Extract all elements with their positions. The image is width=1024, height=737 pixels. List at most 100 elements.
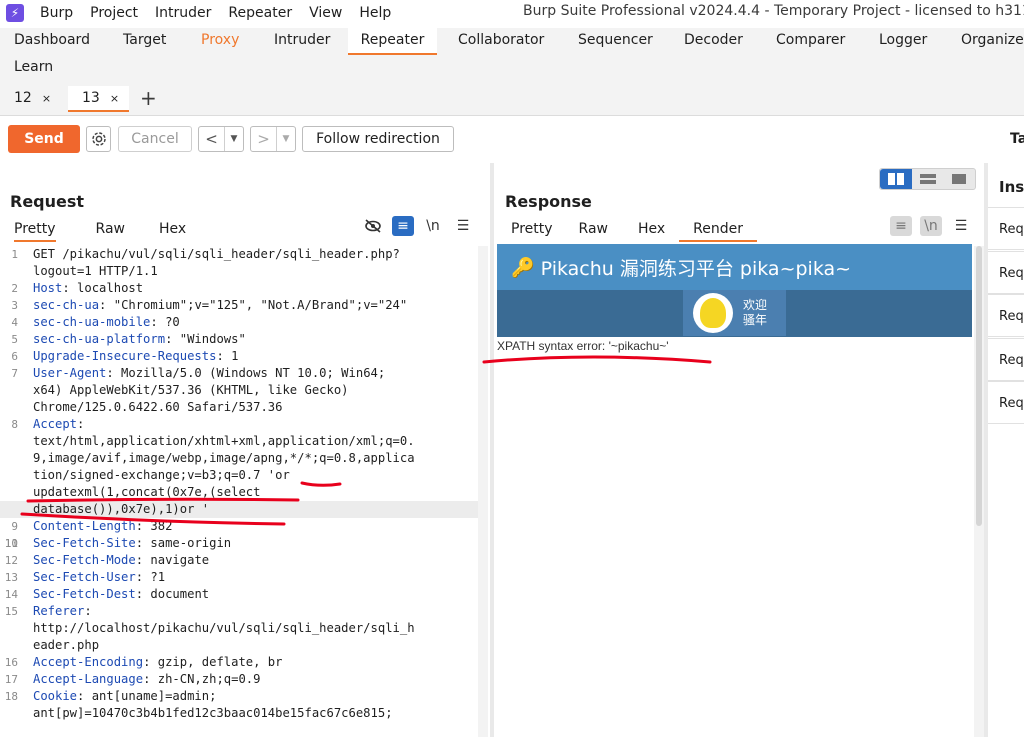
forward-button[interactable]: > ▼ bbox=[250, 126, 296, 152]
settings-button[interactable] bbox=[86, 126, 111, 152]
wrap-lines-icon[interactable]: ≡ bbox=[392, 216, 414, 236]
chevron-down-icon[interactable]: ▼ bbox=[277, 134, 295, 144]
request-line[interactable]: 8 Accept: bbox=[0, 416, 478, 433]
header-name: Sec-Fetch-User bbox=[33, 570, 136, 584]
response-title: Response bbox=[505, 192, 592, 211]
menu-project[interactable]: Project bbox=[90, 5, 138, 21]
tab-proxy[interactable]: Proxy bbox=[201, 32, 239, 48]
inspector-row[interactable]: Req bbox=[988, 207, 1024, 250]
key-icon: 🔑 bbox=[511, 256, 535, 279]
tab-collaborator[interactable]: Collaborator bbox=[458, 32, 544, 48]
back-button[interactable]: < ▼ bbox=[198, 126, 244, 152]
menu-burp[interactable]: Burp bbox=[40, 5, 73, 21]
request-line[interactable]: x64) AppleWebKit/537.36 (KHTML, like Gec… bbox=[0, 382, 478, 399]
menu-intruder[interactable]: Intruder bbox=[155, 5, 211, 21]
request-line[interactable]: 12 Sec-Fetch-Mode: navigate bbox=[0, 552, 478, 569]
tab-intruder[interactable]: Intruder bbox=[274, 32, 330, 48]
add-tab-icon[interactable]: + bbox=[140, 86, 157, 110]
response-scroll-thumb[interactable] bbox=[976, 246, 982, 526]
request-line[interactable]: 14 Sec-Fetch-Dest: document bbox=[0, 586, 478, 603]
request-line[interactable]: 1 GET /pikachu/vul/sqli/sqli_header/sqli_… bbox=[0, 246, 478, 263]
tab-dashboard[interactable]: Dashboard bbox=[14, 32, 90, 48]
request-line[interactable]: 9,image/avif,image/webp,image/apng,*/*;q… bbox=[0, 450, 478, 467]
tab-logger[interactable]: Logger bbox=[879, 32, 927, 48]
newline-toggle[interactable]: \n bbox=[920, 216, 942, 236]
request-line[interactable]: ant[pw]=10470c3b4b1fed12c3baac014be15fac… bbox=[0, 705, 478, 722]
inspector-row[interactable]: Req bbox=[988, 294, 1024, 337]
cancel-button[interactable]: Cancel bbox=[118, 126, 192, 152]
repeater-tab-13[interactable]: 13 × bbox=[68, 86, 130, 112]
close-icon[interactable]: × bbox=[110, 92, 119, 105]
header-name: Sec-Fetch-Site bbox=[33, 536, 136, 550]
tab-repeater[interactable]: Repeater bbox=[348, 28, 437, 55]
repeater-tab-12[interactable]: 12 × bbox=[0, 86, 61, 112]
follow-redirection-button[interactable]: Follow redirection bbox=[302, 126, 454, 152]
tab-decoder[interactable]: Decoder bbox=[684, 32, 743, 48]
request-line[interactable]: logout=1 HTTP/1.1 bbox=[0, 263, 478, 280]
response-tab-pretty[interactable]: Pretty bbox=[511, 216, 553, 242]
line-number: 6 bbox=[11, 350, 18, 363]
wrap-lines-icon[interactable]: ≡ bbox=[890, 216, 912, 236]
request-line[interactable]: 2 Host: localhost bbox=[0, 280, 478, 297]
menu-icon[interactable]: ☰ bbox=[452, 216, 474, 236]
response-tab-hex[interactable]: Hex bbox=[638, 216, 665, 242]
request-line[interactable]: http://localhost/pikachu/vul/sqli/sqli_h… bbox=[0, 620, 478, 637]
response-tab-render[interactable]: Render bbox=[679, 216, 758, 242]
header-value: zh-CN,zh;q=0.9 bbox=[150, 672, 261, 686]
request-editor[interactable]: 1 GET /pikachu/vul/sqli/sqli_header/sqli_… bbox=[0, 246, 478, 737]
render-header: 🔑 Pikachu 漏洞练习平台 pika~pika~ bbox=[497, 244, 972, 290]
panel-divider[interactable] bbox=[490, 163, 494, 737]
request-line[interactable]: 13 Sec-Fetch-User: ?1 bbox=[0, 569, 478, 586]
request-line[interactable]: 11 Sec-Fetch-Site: same-origin bbox=[0, 535, 478, 552]
request-line[interactable]: 15 Referer: bbox=[0, 603, 478, 620]
inspector-title: Ins bbox=[999, 178, 1024, 196]
tab-target[interactable]: Target bbox=[123, 32, 166, 48]
split-vertical-icon[interactable] bbox=[912, 169, 944, 189]
menu-icon[interactable]: ☰ bbox=[950, 216, 972, 236]
request-line[interactable]: 7 User-Agent: Mozilla/5.0 (Windows NT 10.… bbox=[0, 365, 478, 382]
request-line[interactable]: database()),0x7e),1)or ' bbox=[0, 501, 478, 518]
request-line[interactable]: 9 Content-Length: 382 bbox=[0, 518, 478, 535]
inspector-row[interactable]: Req bbox=[988, 381, 1024, 424]
send-button[interactable]: Send bbox=[8, 125, 80, 153]
request-tab-raw[interactable]: Raw bbox=[96, 216, 125, 242]
request-line[interactable]: 5 sec-ch-ua-platform: "Windows" bbox=[0, 331, 478, 348]
close-icon[interactable]: × bbox=[42, 92, 51, 105]
request-scrollbar[interactable] bbox=[478, 246, 488, 737]
inspector-row[interactable]: Req bbox=[988, 251, 1024, 294]
request-line[interactable]: updatexml(1,concat(0x7e,(select bbox=[0, 484, 478, 501]
menu-repeater[interactable]: Repeater bbox=[228, 5, 292, 21]
request-line[interactable]: 16 Accept-Encoding: gzip, deflate, br bbox=[0, 654, 478, 671]
layout-toggle[interactable] bbox=[879, 168, 976, 190]
line-number: 1 bbox=[11, 248, 18, 261]
newline-toggle[interactable]: \n bbox=[422, 216, 444, 236]
inspector-row[interactable]: Req bbox=[988, 338, 1024, 381]
tab-organizer[interactable]: Organizer bbox=[961, 32, 1024, 48]
request-line[interactable]: 18 Cookie: ant[uname]=admin; bbox=[0, 688, 478, 705]
single-pane-icon[interactable] bbox=[943, 169, 975, 189]
request-line[interactable]: 3 sec-ch-ua: "Chromium";v="125", "Not.A/B… bbox=[0, 297, 478, 314]
header-name: sec-ch-ua bbox=[33, 298, 100, 312]
request-line[interactable]: 4 sec-ch-ua-mobile: ?0 bbox=[0, 314, 478, 331]
header-value: localhost bbox=[69, 281, 144, 295]
chevron-down-icon[interactable]: ▼ bbox=[225, 134, 243, 144]
user-box: 欢迎 骚年 bbox=[683, 290, 786, 336]
tab-sequencer[interactable]: Sequencer bbox=[578, 32, 653, 48]
split-horizontal-icon[interactable] bbox=[880, 169, 912, 189]
hide-non-printable-icon[interactable] bbox=[362, 216, 384, 236]
request-tab-hex[interactable]: Hex bbox=[159, 216, 186, 242]
menu-help[interactable]: Help bbox=[359, 5, 391, 21]
request-line[interactable]: eader.php bbox=[0, 637, 478, 654]
request-tab-pretty[interactable]: Pretty bbox=[14, 216, 56, 242]
response-tab-raw[interactable]: Raw bbox=[579, 216, 608, 242]
request-line[interactable]: 6 Upgrade-Insecure-Requests: 1 bbox=[0, 348, 478, 365]
request-line[interactable]: 17 Accept-Language: zh-CN,zh;q=0.9 bbox=[0, 671, 478, 688]
request-line[interactable]: Chrome/125.0.6422.60 Safari/537.36 bbox=[0, 399, 478, 416]
request-line[interactable]: text/html,application/xhtml+xml,applicat… bbox=[0, 433, 478, 450]
tab-learn[interactable]: Learn bbox=[14, 59, 53, 75]
header-name: Host bbox=[33, 281, 63, 295]
target-label[interactable]: Ta bbox=[1010, 131, 1024, 147]
menu-view[interactable]: View bbox=[309, 5, 342, 21]
tab-comparer[interactable]: Comparer bbox=[776, 32, 845, 48]
request-line[interactable]: tion/signed-exchange;v=b3;q=0.7 'or bbox=[0, 467, 478, 484]
